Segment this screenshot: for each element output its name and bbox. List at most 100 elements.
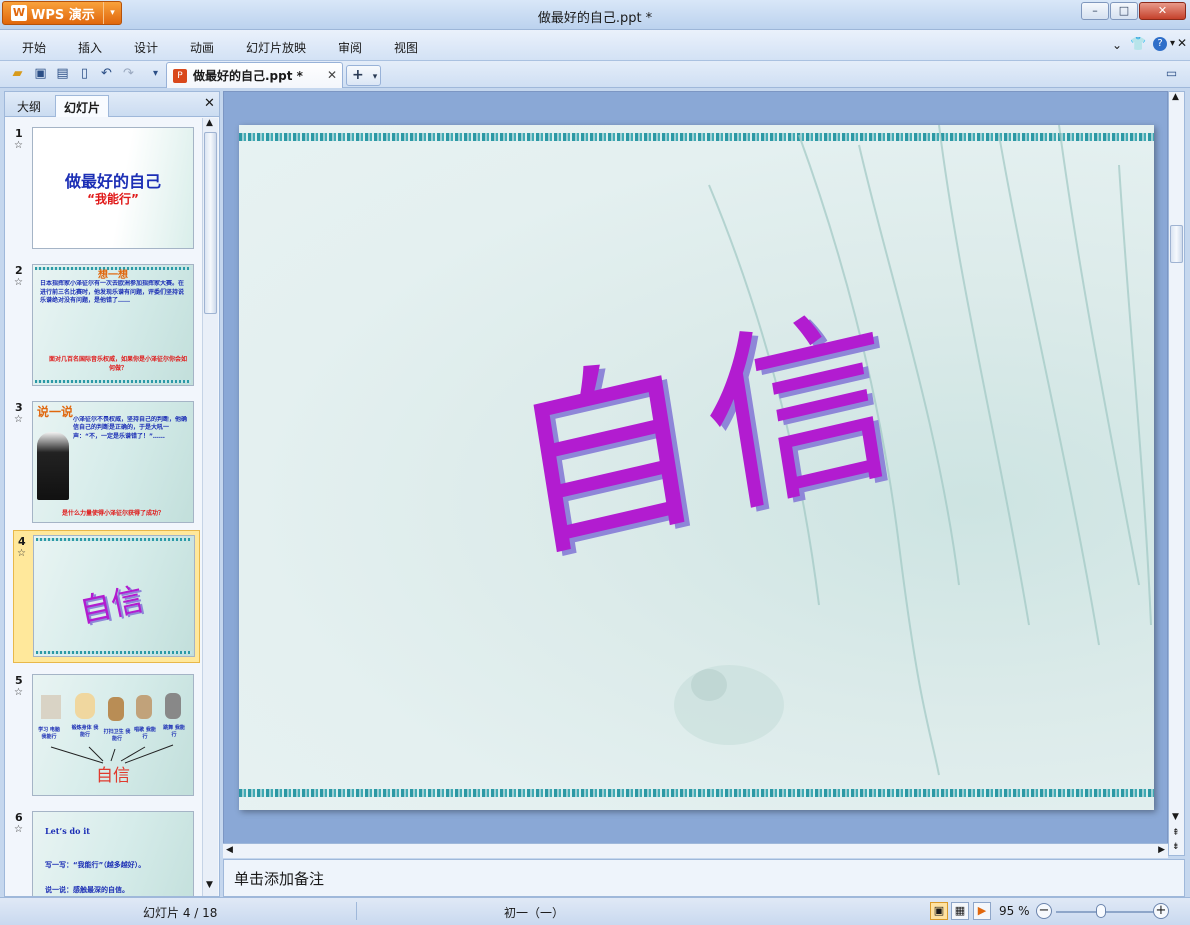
slide-thumbnail-6[interactable]: 6 ☆ Let’s do it 写一写：“我能行”（越多越好）。 说一说：感触最… (11, 807, 201, 896)
minimize-button[interactable]: – (1081, 2, 1109, 20)
menu-home[interactable]: 开始 (22, 39, 46, 56)
slide-number: 6 (15, 811, 23, 824)
app-name: WPS 演示 (31, 7, 95, 23)
slide-preview: 自信 (33, 535, 195, 657)
slide-thumbnail-1[interactable]: 1 ☆ 做最好的自己 “我能行” (11, 123, 201, 253)
zoom-slider-handle[interactable] (1096, 904, 1106, 918)
transition-star-icon: ☆ (14, 414, 23, 425)
title-bar: 做最好的自己.ppt * W WPS 演示 ▾ – □ ✕ (0, 0, 1190, 30)
slide-preview: 做最好的自己 “我能行” (32, 127, 194, 249)
thumb-subtitle: “我能行” (87, 192, 139, 206)
menu-view[interactable]: 视图 (394, 39, 418, 56)
close-tab-icon[interactable]: ✕ (327, 68, 337, 82)
thumb-heading: 说一说 (37, 405, 74, 419)
slide-number: 1 (15, 127, 23, 140)
thumb-border-top (36, 538, 192, 541)
thumb-line1: Let’s do it (45, 826, 90, 836)
new-tab-button[interactable]: + ▾ (346, 65, 381, 86)
previous-slide-icon[interactable]: ⇞ (1172, 828, 1180, 838)
slide-sorter-icon[interactable]: ▦ (951, 902, 969, 920)
scroll-up-icon[interactable]: ▲ (206, 118, 213, 128)
tab-outline[interactable]: 大纲 (9, 95, 49, 117)
next-slide-icon[interactable]: ⇟ (1172, 842, 1180, 852)
slide-preview: 想一想 日本指挥家小泽征尔有一次去欧洲参加指挥家大赛。在进行前三名比赛时，他发现… (32, 264, 194, 386)
slide-thumbnail-4[interactable]: 4 ☆ 自信 (13, 530, 200, 663)
scroll-left-icon[interactable]: ◀ (226, 845, 233, 855)
status-bar: 幻灯片 4 / 18 初一（一） ▣ ▦ ▶ 95 % − + (0, 897, 1190, 925)
wps-logo-icon: W (11, 5, 27, 21)
zoom-level[interactable]: 95 % (999, 904, 1030, 918)
skin-shirt-icon[interactable]: 👕 (1130, 37, 1146, 52)
slide-vertical-scrollbar[interactable]: ▲ ▼ ⇞ ⇟ (1168, 91, 1185, 856)
ribbon-collapse-icon[interactable]: ⌄ (1112, 38, 1122, 52)
normal-view-icon[interactable]: ▣ (930, 902, 948, 920)
section-name: 初一（一） (504, 906, 565, 920)
thumb-question: 是什么力量使得小泽征尔获得了成功？ (61, 510, 164, 517)
slide-preview: 学习 电脑 我能行 锻炼身体 我能行 打扫卫生 我能行 唱歌 我能行 跳舞 我能… (32, 674, 194, 796)
print-icon[interactable]: ▤ (54, 65, 71, 82)
close-button[interactable]: ✕ (1139, 2, 1186, 20)
panel-tabs: 大纲 幻灯片 ✕ (5, 92, 219, 117)
transition-star-icon: ☆ (14, 277, 23, 288)
scroll-right-icon[interactable]: ▶ (1158, 845, 1165, 855)
tab-slides[interactable]: 幻灯片 (55, 95, 110, 117)
thumbnail-list: 1 ☆ 做最好的自己 “我能行” 2 ☆ 想一想 日本指挥家小泽征尔有一次去欧洲… (5, 118, 201, 896)
save-icon[interactable]: ▣ (32, 65, 49, 82)
plus-icon: + (352, 67, 364, 83)
menu-slideshow[interactable]: 幻灯片放映 (246, 39, 306, 56)
scroll-up-icon[interactable]: ▲ (1172, 92, 1179, 102)
transition-star-icon: ☆ (14, 824, 23, 835)
ppt-file-icon: P (173, 68, 187, 83)
menu-insert[interactable]: 插入 (78, 39, 102, 56)
customize-toolbar-icon[interactable]: ▾ (147, 65, 164, 82)
slide-editor: 自信 (223, 91, 1168, 856)
undo-icon[interactable]: ↶ (98, 65, 115, 82)
slide-number: 3 (15, 401, 23, 414)
conductor-photo (37, 432, 69, 500)
chevron-down-icon[interactable]: ▾ (103, 2, 121, 24)
zoom-slider[interactable] (1056, 911, 1156, 913)
help-icon[interactable]: ? (1153, 37, 1167, 51)
slide-number: 4 (18, 535, 26, 548)
open-folder-icon[interactable]: ▰ (9, 65, 26, 82)
thumbnail-scrollbar[interactable]: ▲ ▼ (202, 118, 218, 896)
new-tab-dropdown-icon[interactable]: ▾ (373, 72, 378, 82)
thumb-word: 自信 (76, 579, 147, 631)
print-preview-icon[interactable]: ▯ (76, 65, 93, 82)
menu-review[interactable]: 审阅 (338, 39, 362, 56)
quick-access-toolbar: ▰ ▣ ▤ ▯ ↶ ↷ ▾ P 做最好的自己.ppt * ✕ + ▾ ▭ (0, 61, 1190, 88)
task-pane-icon[interactable]: ▭ (1163, 65, 1180, 82)
transition-star-icon: ☆ (14, 687, 23, 698)
close-doc-icon[interactable]: ✕ (1177, 36, 1187, 50)
slide-thumbnail-2[interactable]: 2 ☆ 想一想 日本指挥家小泽征尔有一次去欧洲参加指挥家大赛。在进行前三名比赛时… (11, 260, 201, 390)
close-panel-icon[interactable]: ✕ (204, 96, 215, 111)
slide-horizontal-scrollbar[interactable]: ◀ ▶ (223, 843, 1168, 858)
scrollbar-thumb[interactable] (204, 132, 217, 314)
status-divider (356, 902, 357, 920)
scrollbar-thumb[interactable] (1170, 225, 1183, 263)
thumb-word: 自信 (96, 766, 130, 786)
maximize-button[interactable]: □ (1110, 2, 1138, 20)
zoom-out-icon[interactable]: − (1036, 903, 1052, 919)
thumb-border-bottom (36, 651, 192, 654)
menu-design[interactable]: 设计 (134, 39, 158, 56)
slide-thumbnail-3[interactable]: 3 ☆ 说一说 小泽征尔不畏权威，坚持自己的判断，他确信自己的判断是正确的，于是… (11, 397, 201, 527)
document-tab[interactable]: P 做最好的自己.ppt * ✕ (166, 62, 343, 88)
thumb-question: 面对几百名国际音乐权威，如果你是小泽征尔你会如何做？ (49, 356, 188, 372)
slide-preview: 说一说 小泽征尔不畏权威，坚持自己的判断，他确信自己的判断是正确的，于是大吼一声… (32, 401, 194, 523)
menu-animation[interactable]: 动画 (190, 39, 214, 56)
wps-app-menu-button[interactable]: W WPS 演示 ▾ (2, 1, 122, 25)
transition-star-icon: ☆ (17, 548, 26, 559)
window-title: 做最好的自己.ppt * (537, 11, 653, 26)
zoom-in-icon[interactable]: + (1153, 903, 1169, 919)
scroll-down-icon[interactable]: ▼ (1172, 812, 1179, 822)
slide-canvas[interactable]: 自信 (239, 125, 1154, 810)
slide-thumbnail-5[interactable]: 5 ☆ 学习 电脑 我能行 锻炼身体 我能行 打扫卫生 我能行 唱歌 我能行 跳… (11, 670, 201, 800)
slideshow-icon[interactable]: ▶ (973, 902, 991, 920)
slide-counter: 幻灯片 4 / 18 (143, 906, 218, 920)
help-dropdown-icon[interactable]: ▾ (1170, 38, 1175, 49)
scroll-down-icon[interactable]: ▼ (206, 880, 213, 890)
menu-bar: 开始 插入 设计 动画 幻灯片放映 审阅 视图 ⌄ 👕 ? ▾ ✕ (0, 30, 1190, 61)
redo-icon[interactable]: ↷ (120, 65, 137, 82)
notes-pane[interactable]: 单击添加备注 (223, 859, 1185, 897)
